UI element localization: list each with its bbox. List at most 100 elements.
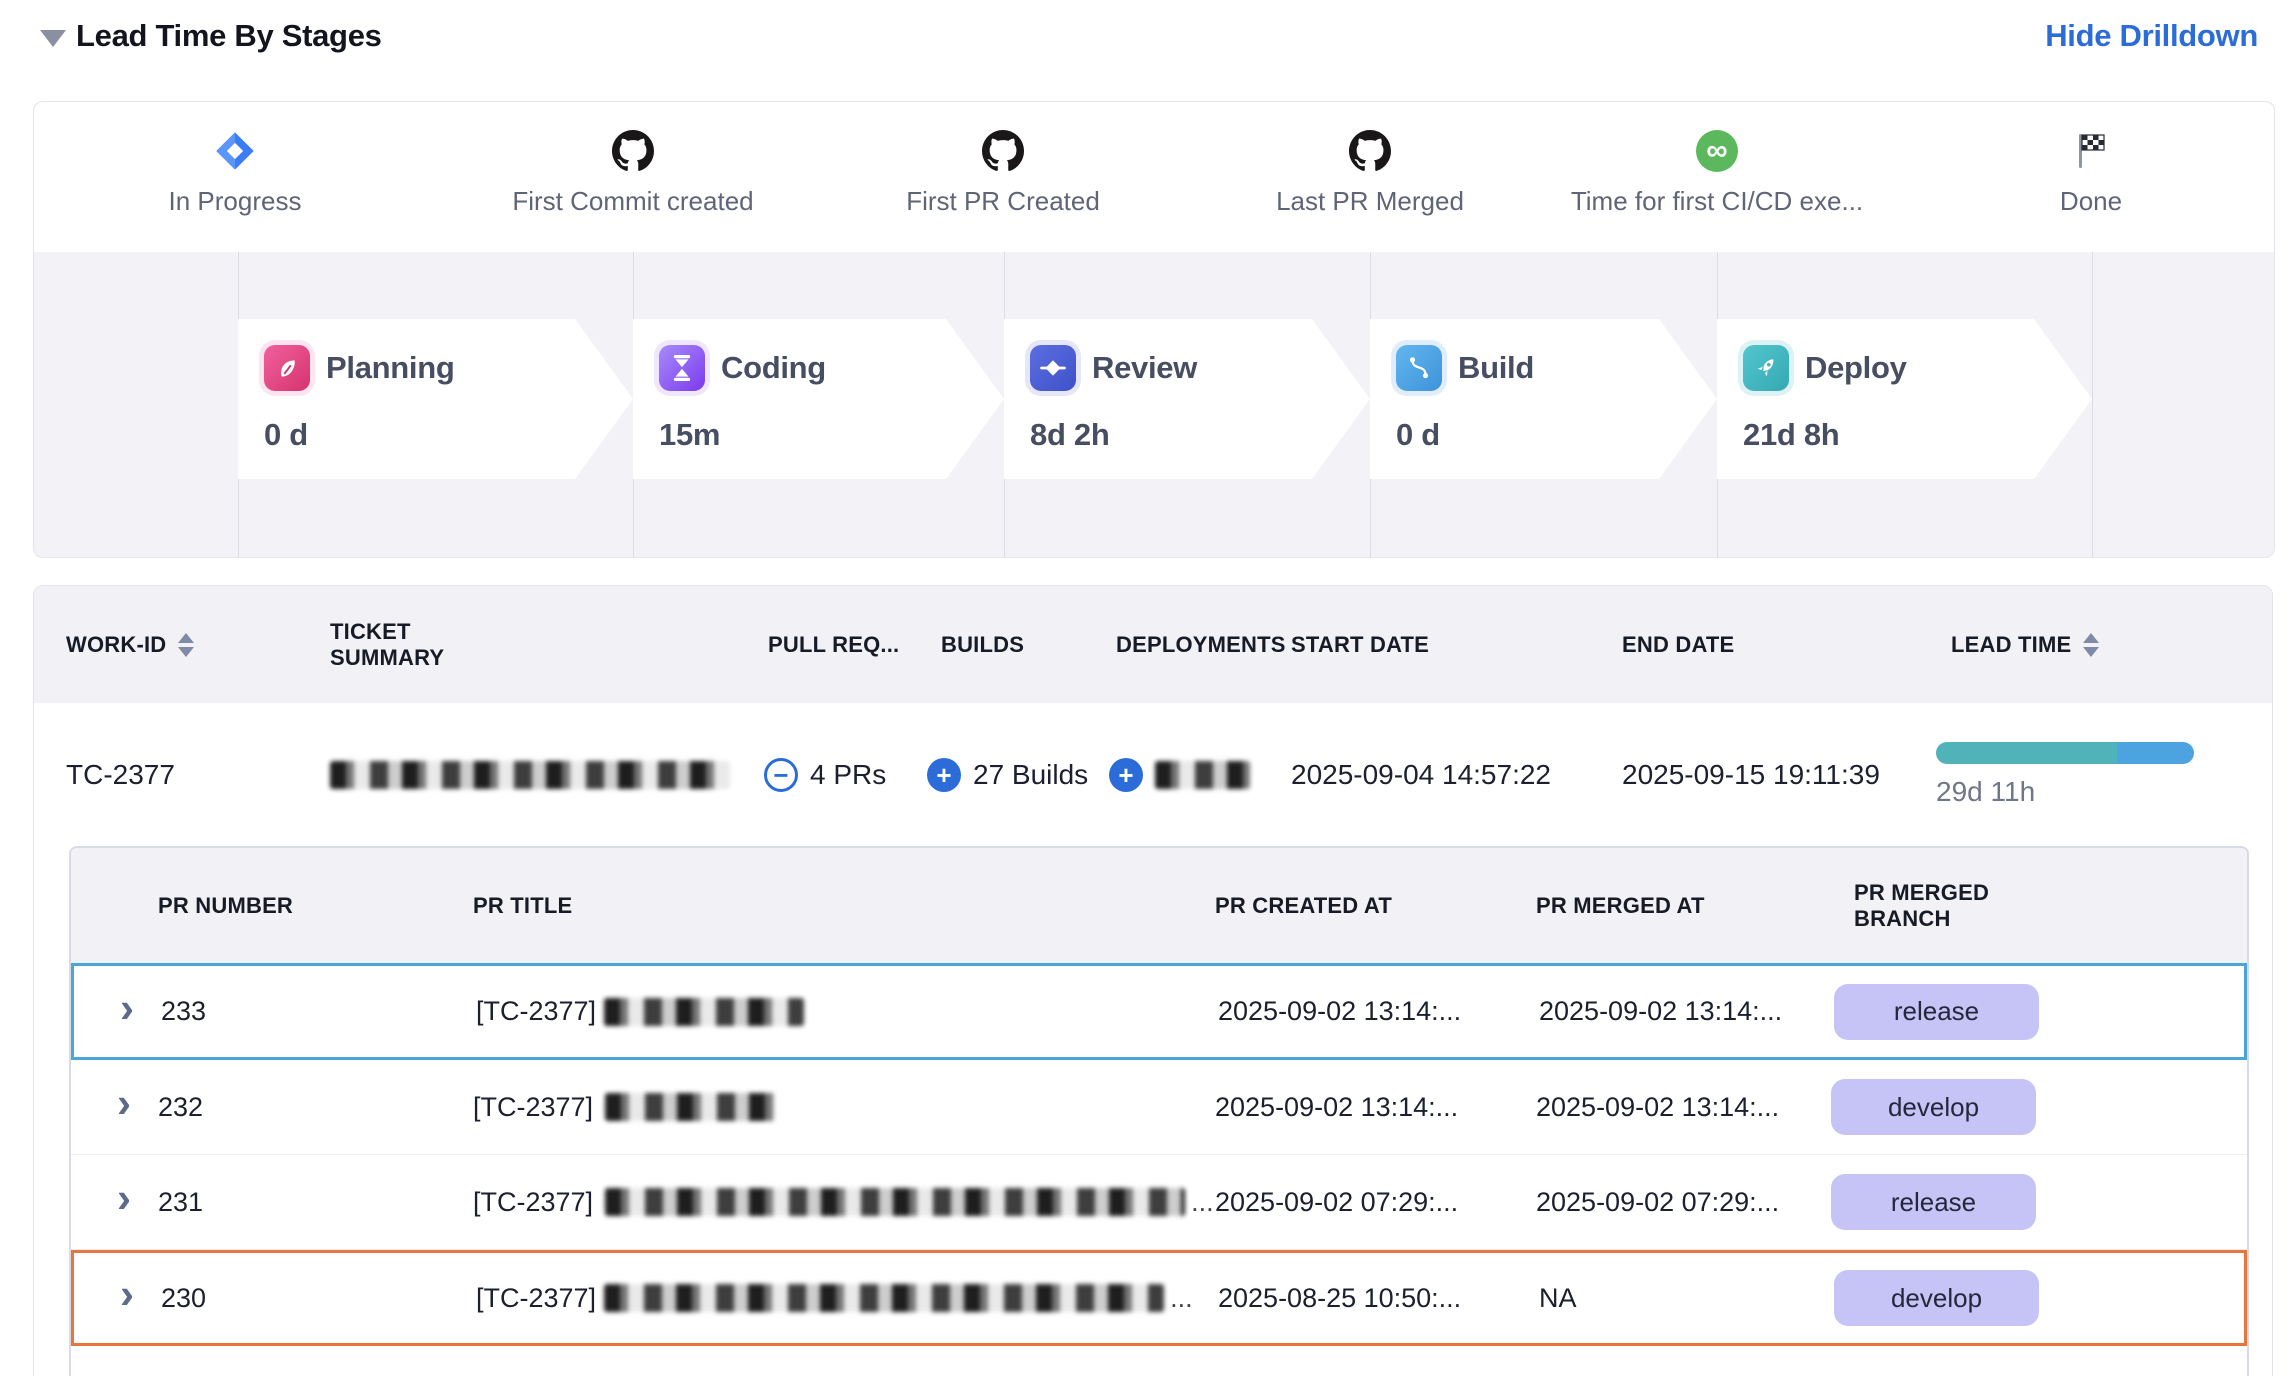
redacted-text	[330, 761, 730, 789]
column-label: PULL REQ...	[768, 632, 899, 658]
commit-icon	[1030, 345, 1076, 391]
pr-title: [TC-2377] ...	[473, 1155, 1214, 1249]
pen-icon	[264, 345, 310, 391]
branch-badge: develop	[1834, 1270, 2039, 1326]
column-label: END DATE	[1622, 632, 1734, 658]
milestone-label: In Progress	[169, 186, 302, 217]
pr-row-231[interactable]: › 231 [TC-2377] ... 2025-09-02 07:29:...…	[71, 1155, 2247, 1250]
column-label: WORK-ID	[66, 632, 166, 658]
column-divider	[2092, 252, 2093, 557]
milestone-first-pr: First PR Created	[803, 128, 1203, 217]
column-header-pull-requests: PULL REQ...	[768, 586, 899, 703]
column-label: TICKET SUMMARY	[330, 619, 500, 671]
pr-number: 230	[161, 1253, 206, 1343]
stage-coding: Coding 15m	[633, 319, 1004, 479]
git-branch-icon	[1396, 345, 1442, 391]
expand-deployments-icon[interactable]: +	[1109, 758, 1143, 792]
branch-badge: develop	[1831, 1079, 2036, 1135]
builds-cell: + 27 Builds	[927, 703, 1088, 846]
lead-time-bar	[1936, 742, 2194, 764]
deployments-cell: +	[1109, 703, 1250, 846]
pr-table-header: PR NUMBER PR TITLE PR CREATED AT PR MERG…	[71, 848, 2247, 963]
hourglass-icon	[659, 345, 705, 391]
collapse-section-icon[interactable]	[40, 30, 66, 47]
column-header-lead-time[interactable]: LEAD TIME	[1951, 586, 2099, 703]
redacted-text	[604, 998, 804, 1026]
pr-title: [TC-2377] ...	[476, 1253, 1193, 1343]
column-header-work-id[interactable]: WORK-ID	[66, 586, 194, 703]
github-icon	[1349, 128, 1391, 174]
work-id-value: TC-2377	[66, 703, 175, 846]
expand-row-icon[interactable]: ›	[120, 1253, 134, 1343]
column-header-pr-number: PR NUMBER	[158, 848, 293, 963]
pr-merged-at: 2025-09-02 13:14:...	[1536, 1060, 1779, 1154]
column-label: LEAD TIME	[1951, 632, 2071, 658]
column-header-deployments: DEPLOYMENTS	[1116, 586, 1286, 703]
pr-title-prefix: [TC-2377]	[473, 1187, 593, 1218]
column-header-pr-merged-branch: PR MERGED BRANCH	[1854, 848, 2034, 963]
redacted-text	[1155, 761, 1250, 789]
cicd-icon: ∞	[1696, 128, 1738, 174]
column-label: PR NUMBER	[158, 893, 293, 919]
milestone-last-pr-merged: Last PR Merged	[1170, 128, 1570, 217]
rocket-icon	[1743, 345, 1789, 391]
expand-row-icon[interactable]: ›	[117, 1155, 131, 1249]
stage-duration: 8d 2h	[1030, 417, 1370, 453]
redacted-text	[605, 1188, 1185, 1216]
stage-flow-card: In Progress First Commit created First P…	[33, 101, 2275, 558]
column-label: PR MERGED BRANCH	[1854, 880, 2034, 932]
hide-drilldown-link[interactable]: Hide Drilldown	[2045, 18, 2258, 54]
stage-deploy: Deploy 21d 8h	[1717, 319, 2092, 479]
pr-title-prefix: [TC-2377]	[473, 1092, 593, 1123]
work-table-header: WORK-ID TICKET SUMMARY PULL REQ... BUILD…	[34, 586, 2272, 703]
stage-duration: 15m	[659, 417, 1004, 453]
pr-row-233[interactable]: › 233 [TC-2377] 2025-09-02 13:14:... 202…	[71, 963, 2247, 1060]
lead-time-value: 29d 11h	[1936, 776, 2194, 808]
stage-name: Review	[1092, 350, 1197, 386]
pr-created-at: 2025-08-25 10:50:...	[1218, 1253, 1461, 1343]
milestone-cicd: ∞ Time for first CI/CD exe...	[1517, 128, 1917, 217]
branch-badge: release	[1831, 1174, 2036, 1230]
pr-row-230[interactable]: › 230 [TC-2377] ... 2025-08-25 10:50:...…	[71, 1250, 2247, 1346]
pr-row-232[interactable]: › 232 [TC-2377] 2025-09-02 13:14:... 202…	[71, 1060, 2247, 1155]
github-icon	[612, 128, 654, 174]
stage-review: Review 8d 2h	[1004, 319, 1370, 479]
stage-name: Build	[1458, 350, 1534, 386]
expand-builds-icon[interactable]: +	[927, 758, 961, 792]
stage-name: Coding	[721, 350, 826, 386]
pr-created-at: 2025-09-02 07:29:...	[1215, 1155, 1458, 1249]
pull-requests-cell: − 4 PRs	[764, 703, 886, 846]
sort-icon[interactable]	[2083, 633, 2099, 657]
column-header-builds: BUILDS	[941, 586, 1024, 703]
milestone-label: First Commit created	[512, 186, 753, 217]
milestone-first-commit: First Commit created	[433, 128, 833, 217]
milestone-done: Done	[1891, 128, 2275, 217]
ticket-summary-redacted	[330, 703, 730, 846]
collapse-prs-icon[interactable]: −	[764, 758, 798, 792]
sort-icon[interactable]	[178, 633, 194, 657]
work-items-table: WORK-ID TICKET SUMMARY PULL REQ... BUILD…	[33, 585, 2273, 1376]
pr-number: 233	[161, 966, 206, 1057]
column-header-start-date: START DATE	[1291, 586, 1429, 703]
milestone-in-progress: In Progress	[35, 128, 435, 217]
pr-number: 231	[158, 1155, 203, 1249]
milestone-label: First PR Created	[906, 186, 1100, 217]
end-date-value: 2025-09-15 19:11:39	[1622, 703, 1880, 846]
pr-title-ellipsis: ...	[1191, 1187, 1214, 1218]
column-label: START DATE	[1291, 632, 1429, 658]
expand-row-icon[interactable]: ›	[120, 966, 134, 1057]
jira-status-icon	[214, 128, 256, 174]
column-label: PR MERGED AT	[1536, 893, 1705, 919]
pr-number: 232	[158, 1060, 203, 1154]
pr-title: [TC-2377]	[476, 966, 810, 1057]
column-header-pr-created-at: PR CREATED AT	[1215, 848, 1392, 963]
work-item-row: TC-2377 − 4 PRs + 27 Builds + 2025-09-04…	[34, 703, 2272, 846]
stage-planning: Planning 0 d	[238, 319, 633, 479]
milestone-label: Done	[2060, 186, 2122, 217]
pr-merged-at: 2025-09-02 07:29:...	[1536, 1155, 1779, 1249]
milestone-label: Last PR Merged	[1276, 186, 1464, 217]
column-header-pr-merged-at: PR MERGED AT	[1536, 848, 1705, 963]
expand-row-icon[interactable]: ›	[117, 1060, 131, 1154]
stage-name: Planning	[326, 350, 455, 386]
lead-time-drilldown-page: Lead Time By Stages Hide Drilldown In Pr…	[0, 0, 2291, 1376]
